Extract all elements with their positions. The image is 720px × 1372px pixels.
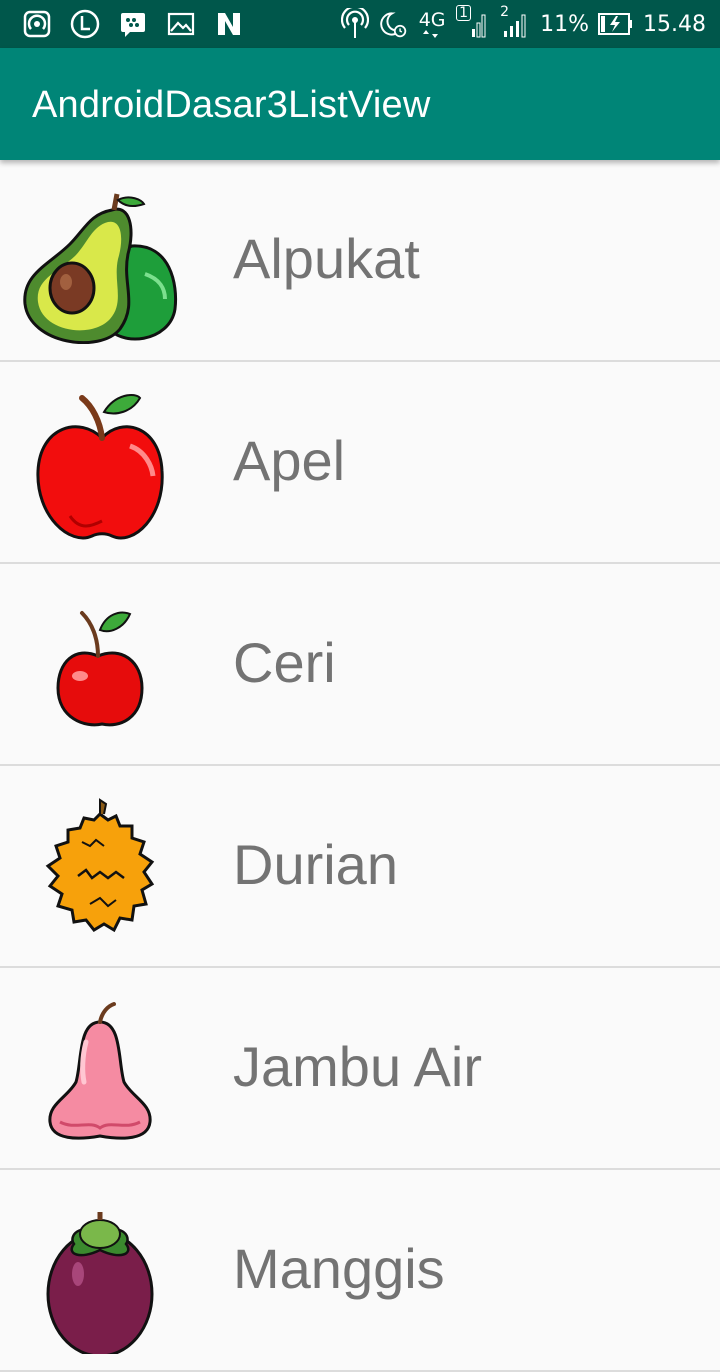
hotspot-notification-icon: [22, 9, 52, 39]
hotspot-icon: [340, 8, 370, 39]
fruit-name: Jambu Air: [233, 1035, 482, 1098]
list-item-ceri[interactable]: Ceri: [0, 564, 720, 766]
mangosteen-icon: [20, 1184, 185, 1358]
moon-alarm-icon: [378, 9, 408, 39]
avocado-icon: [20, 174, 185, 345]
n-app-notification-icon: [214, 9, 244, 39]
network-4g-icon: 4G: [416, 9, 448, 39]
list-item-durian[interactable]: Durian: [0, 766, 720, 968]
clock-notification-icon: [70, 9, 100, 39]
fruit-name: Durian: [233, 833, 398, 896]
signal-sim2-icon: 2: [498, 5, 532, 39]
list-item-manggis[interactable]: Manggis: [0, 1170, 720, 1372]
chat-notification-icon: [118, 9, 148, 39]
app-bar: AndroidDasar3ListView: [0, 48, 720, 160]
fruit-name: Apel: [233, 429, 346, 492]
fruit-name: Manggis: [233, 1237, 445, 1300]
water-apple-icon: [20, 982, 185, 1152]
list-item-alpukat[interactable]: Alpukat: [0, 160, 720, 362]
fruit-list[interactable]: Alpukat Apel Ceri Durian Jambu Air Mangg…: [0, 160, 720, 1372]
fruit-name: Ceri: [233, 631, 336, 694]
fruit-name: Alpukat: [233, 227, 420, 290]
status-bar: 4G 1 2 11% 15.48: [0, 0, 720, 48]
list-item-jambu-air[interactable]: Jambu Air: [0, 968, 720, 1170]
battery-percentage: 11%: [540, 11, 590, 37]
image-notification-icon: [166, 9, 196, 39]
battery-charging-icon: [597, 9, 635, 39]
durian-icon: [20, 780, 185, 950]
cherry-icon: [20, 578, 185, 748]
notification-icons: [0, 9, 244, 39]
system-icons: 4G 1 2 11% 15.48: [340, 5, 720, 39]
apple-icon: [20, 376, 185, 546]
list-item-apel[interactable]: Apel: [0, 362, 720, 564]
clock-time: 15.48: [643, 11, 706, 37]
app-title: AndroidDasar3ListView: [32, 84, 431, 126]
signal-sim1-icon: 1: [456, 5, 490, 39]
